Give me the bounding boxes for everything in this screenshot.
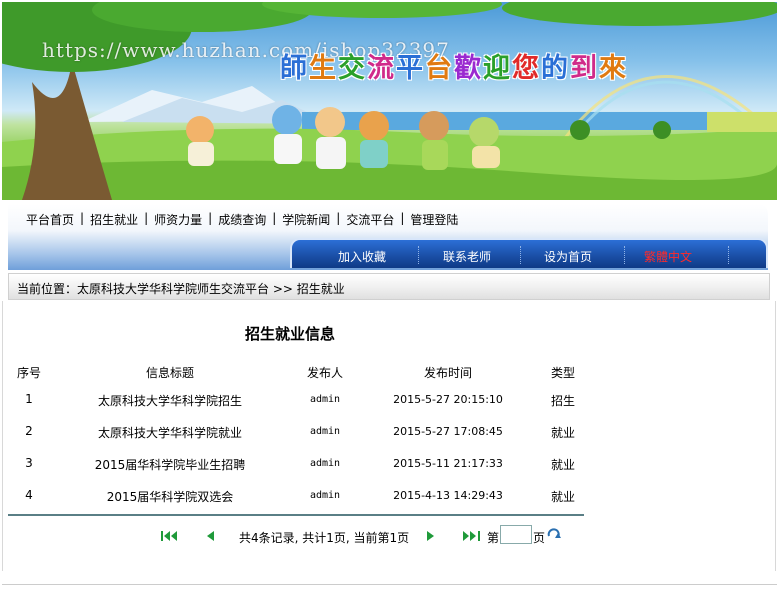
page-title: 招生就业信息 [245,325,336,343]
slogan-char: 台 [425,53,454,84]
row-author: admin [309,490,341,501]
row-no: 1 [25,392,33,406]
sub-menu-divider [728,246,729,264]
nav-separator: | [144,211,149,225]
nav-grades[interactable]: 成绩查询 [218,211,266,228]
row-title-link[interactable]: 太原科技大学华科学院就业 [70,424,270,441]
pager-summary: 共4条记录, 共计1页, 当前第1页 [239,531,410,545]
row-time: 2015-5-27 20:15:10 [393,393,503,406]
slogan-char: 平 [396,53,425,84]
header-no: 序号 [16,366,41,380]
row-no: 3 [25,456,33,470]
set-homepage-link[interactable]: 设为首页 [520,248,616,265]
nav-news[interactable]: 学院新闻 [282,211,330,228]
nav-separator: | [272,211,277,225]
next-page-icon[interactable] [425,530,437,542]
goto-suffix: 页 [533,531,546,545]
nav-admissions[interactable]: 招生就业 [90,211,138,228]
traditional-chinese-link[interactable]: 繁體中文 [620,248,716,265]
breadcrumb-label: 当前位置： [17,282,78,296]
header-time: 发布时间 [423,366,472,380]
breadcrumb-site-link[interactable]: 太原科技大学华科学院师生交流平台 [77,282,269,296]
nav-separator: | [400,211,405,225]
row-type: 就业 [550,490,575,504]
breadcrumb-current: 招生就业 [296,282,345,296]
table-bottom-divider [8,514,584,516]
row-time: 2015-5-11 21:17:33 [393,457,503,470]
goto-page-input[interactable] [500,525,532,544]
add-favorite-link[interactable]: 加入收藏 [314,248,410,265]
table-row: 3 2015届华科学院毕业生招聘 admin 2015-5-11 21:17:3… [8,452,584,476]
slogan-char: 您 [512,53,541,84]
footer-divider [2,584,777,585]
contact-teacher-link[interactable]: 联系老师 [419,248,515,265]
nav-forum[interactable]: 交流平台 [346,211,394,228]
table-header-row: 序号 信息标题 发布人 发布时间 类型 [8,360,584,384]
table-row: 2 太原科技大学华科学院就业 admin 2015-5-27 17:08:45 … [8,420,584,444]
slogan-char: 來 [599,53,628,84]
row-author: admin [309,426,341,437]
last-page-icon[interactable] [461,530,483,542]
nav-admin-login[interactable]: 管理登陆 [410,211,458,228]
slogan-char: 交 [338,53,367,84]
slogan-char: 生 [309,53,338,84]
nav-faculty[interactable]: 师资力量 [154,211,202,228]
slogan-char: 的 [541,53,570,84]
top-menu: 平台首页 | 招生就业 | 师资力量 | 成绩查询 | 学院新闻 | 交流平台 … [26,211,458,228]
nav-separator: | [80,211,85,225]
row-author: admin [309,458,341,469]
main-navigation: 平台首页 | 招生就业 | 师资力量 | 成绩查询 | 学院新闻 | 交流平台 … [8,204,768,270]
slogan-char: 迎 [483,53,512,84]
first-page-icon[interactable] [160,530,180,542]
slogan-char: 到 [570,53,599,84]
prev-page-icon[interactable] [204,530,216,542]
row-type: 就业 [550,458,575,472]
slogan-char: 歡 [454,53,483,84]
banner-illustration [2,2,777,200]
row-no: 2 [25,424,33,438]
slogan-char: 流 [367,53,396,84]
breadcrumb-arrow: >> [272,282,293,296]
pagination: 共4条记录, 共计1页, 当前第1页 第 页 [0,525,779,547]
table-row: 1 太原科技大学华科学院招生 admin 2015-5-27 20:15:10 … [8,388,584,412]
sub-menu-bar: 加入收藏 联系老师 设为首页 繁體中文 [290,238,768,268]
row-type: 招生 [550,394,575,408]
row-time: 2015-4-13 14:29:43 [393,489,503,502]
header-type: 类型 [550,366,575,380]
row-title-link[interactable]: 2015届华科学院双选会 [70,488,270,505]
welcome-slogan: 師生交流平台歡迎您的到來 [280,46,628,85]
go-icon[interactable] [546,528,562,542]
breadcrumb-bar: 当前位置：太原科技大学华科学院师生交流平台 >> 招生就业 [8,273,770,300]
row-title-link[interactable]: 太原科技大学华科学院招生 [70,392,270,409]
nav-separator: | [336,211,341,225]
header-banner: https://www.huzhan.com/ishop32397 師生交流平台… [2,2,777,200]
row-time: 2015-5-27 17:08:45 [393,425,503,438]
header-title: 信息标题 [145,366,194,380]
row-type: 就业 [550,426,575,440]
nav-home[interactable]: 平台首页 [26,211,74,228]
table-row: 4 2015届华科学院双选会 admin 2015-4-13 14:29:43 … [8,484,584,508]
nav-separator: | [208,211,213,225]
header-author: 发布人 [306,366,343,380]
row-title-link[interactable]: 2015届华科学院毕业生招聘 [70,456,270,473]
row-author: admin [309,394,341,405]
breadcrumb: 当前位置：太原科技大学华科学院师生交流平台 >> 招生就业 [17,280,345,297]
row-no: 4 [25,488,33,502]
goto-prefix: 第 [487,531,500,545]
slogan-char: 師 [280,53,309,84]
